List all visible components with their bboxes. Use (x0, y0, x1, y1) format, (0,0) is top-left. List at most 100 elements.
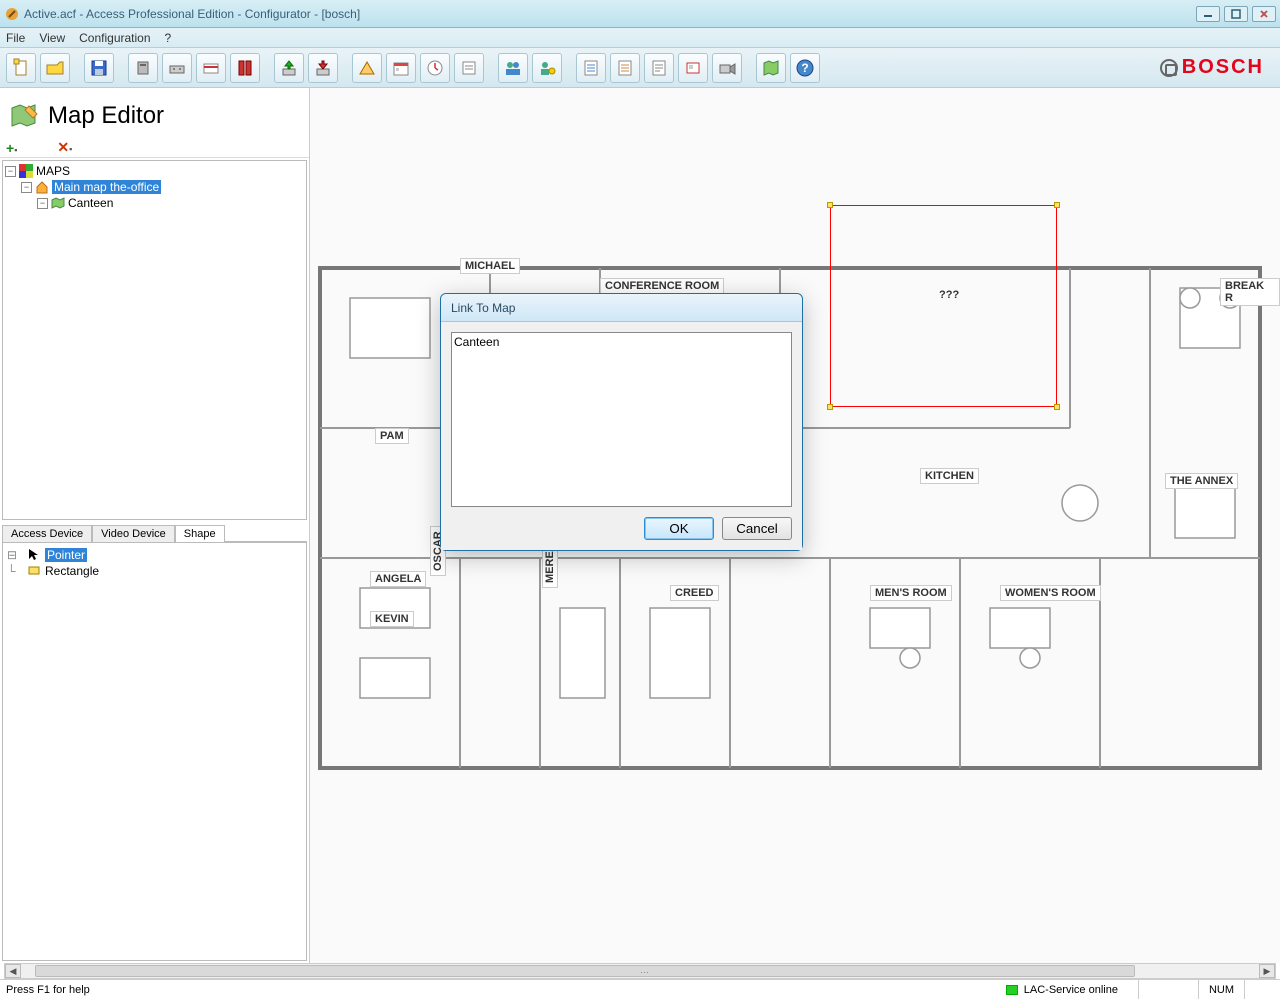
tool-report1[interactable] (576, 53, 606, 83)
menu-view[interactable]: View (39, 31, 65, 45)
status-bar: Press F1 for help LAC-Service online NUM (0, 979, 1280, 999)
room-label-conference: CONFERENCE ROOM (600, 278, 724, 294)
status-num: NUM (1209, 984, 1234, 996)
tool-help[interactable]: ? (790, 53, 820, 83)
tree-connector: └ (7, 564, 23, 578)
tab-shape[interactable]: Shape (175, 525, 225, 542)
menu-file[interactable]: File (6, 31, 25, 45)
menu-configuration[interactable]: Configuration (79, 31, 150, 45)
menu-help[interactable]: ? (165, 31, 172, 45)
tool-mapeditor[interactable] (756, 53, 786, 83)
room-label-womens: WOMEN'S ROOM (1000, 585, 1101, 601)
tool-zones[interactable] (352, 53, 382, 83)
tree-item-main-map[interactable]: − Main map the-office (5, 179, 304, 195)
add-map-button[interactable]: +▪ (6, 140, 17, 156)
dialog-title: Link To Map (441, 294, 802, 322)
room-label-michael: MICHAEL (460, 258, 520, 274)
status-led-icon (1006, 985, 1018, 995)
map-editor-icon (10, 102, 38, 130)
tree-connector: ⊟ (7, 548, 23, 562)
ok-button[interactable]: OK (644, 517, 714, 540)
room-label-annex: THE ANNEX (1165, 473, 1238, 489)
menu-bar: File View Configuration ? (0, 28, 1280, 48)
resize-handle-nw[interactable] (827, 202, 833, 208)
pointer-icon (27, 547, 41, 564)
scroll-left-button[interactable]: ◀ (5, 964, 21, 978)
tool-report3[interactable] (644, 53, 674, 83)
dialog-list-item[interactable]: Canteen (454, 335, 789, 349)
room-label-creed: CREED (670, 585, 719, 601)
status-service: LAC-Service online (1024, 984, 1118, 996)
tab-access-device[interactable]: Access Device (2, 525, 92, 542)
tool-report2[interactable] (610, 53, 640, 83)
window-close-button[interactable] (1252, 6, 1276, 22)
scroll-right-button[interactable]: ▶ (1259, 964, 1275, 978)
tool-upload[interactable] (274, 53, 304, 83)
page-heading: Map Editor (0, 88, 309, 138)
room-label-kitchen: KITCHEN (920, 468, 979, 484)
map-canvas[interactable]: MICHAEL CONFERENCE ROOM ??? BREAK R PAM … (310, 88, 1280, 963)
room-label-kevin: KEVIN (370, 611, 414, 627)
left-panel: Map Editor +▪ ✕▪ − MAPS − Main map the-o… (0, 88, 310, 963)
tree-root[interactable]: − MAPS (5, 163, 304, 179)
tool-persons[interactable] (498, 53, 528, 83)
shape-rectangle[interactable]: └ Rectangle (7, 563, 302, 579)
tool-camera[interactable] (712, 53, 742, 83)
tool-controller[interactable] (128, 53, 158, 83)
app-icon (4, 6, 20, 22)
window-titlebar: Active.acf - Access Professional Edition… (0, 0, 1280, 28)
resize-handle-ne[interactable] (1054, 202, 1060, 208)
resize-handle-se[interactable] (1054, 404, 1060, 410)
horizontal-scrollbar[interactable]: ◀ ⋯ ▶ (4, 963, 1276, 979)
room-label-break: BREAK R (1220, 278, 1280, 306)
tool-calendar[interactable] (386, 53, 416, 83)
tool-save[interactable] (84, 53, 114, 83)
status-help: Press F1 for help (6, 984, 90, 996)
brand-logo: BOSCH (1160, 56, 1264, 79)
shape-pointer[interactable]: ⊟ Pointer (7, 547, 302, 563)
expand-icon[interactable]: − (5, 166, 16, 177)
tool-card[interactable] (196, 53, 226, 83)
tab-video-device[interactable]: Video Device (92, 525, 175, 542)
tool-badge[interactable] (678, 53, 708, 83)
tree-toolbar: +▪ ✕▪ (0, 138, 309, 158)
window-maximize-button[interactable] (1224, 6, 1248, 22)
tool-device[interactable] (162, 53, 192, 83)
tool-new[interactable] (6, 53, 36, 83)
room-label-angela: ANGELA (370, 571, 426, 587)
expand-icon[interactable]: − (37, 198, 48, 209)
brand-text: BOSCH (1182, 56, 1264, 79)
tree-root-label: MAPS (36, 164, 70, 178)
device-tabs: Access Device Video Device Shape (2, 524, 307, 542)
tool-open[interactable] (40, 53, 70, 83)
home-icon (34, 179, 50, 195)
resize-handle-sw[interactable] (827, 404, 833, 410)
delete-map-button[interactable]: ✕▪ (57, 139, 72, 156)
rectangle-icon (27, 563, 41, 580)
toolbar: ? BOSCH (0, 48, 1280, 88)
tree-item-label: Main map the-office (52, 180, 161, 194)
expand-icon[interactable]: − (21, 182, 32, 193)
tree-item-canteen[interactable]: − Canteen (5, 195, 304, 211)
submap-icon (50, 195, 66, 211)
room-label-pam: PAM (375, 428, 409, 444)
scroll-grip-icon: ⋯ (640, 967, 649, 978)
maps-icon (18, 163, 34, 179)
scroll-thumb[interactable] (35, 965, 1135, 977)
tool-personkey[interactable] (532, 53, 562, 83)
selection-rectangle[interactable] (830, 205, 1057, 407)
cancel-button[interactable]: Cancel (722, 517, 792, 540)
tool-doors[interactable] (230, 53, 260, 83)
link-to-map-dialog: Link To Map Canteen OK Cancel (440, 293, 803, 551)
shape-label: Rectangle (45, 564, 99, 578)
dialog-map-list[interactable]: Canteen (451, 332, 792, 507)
tool-download[interactable] (308, 53, 338, 83)
window-minimize-button[interactable] (1196, 6, 1220, 22)
tree-item-label: Canteen (68, 196, 113, 210)
tool-timemodel[interactable] (420, 53, 450, 83)
room-label-mens: MEN'S ROOM (870, 585, 952, 601)
heading-text: Map Editor (48, 102, 164, 130)
tool-auth[interactable] (454, 53, 484, 83)
map-tree[interactable]: − MAPS − Main map the-office − Canteen (2, 160, 307, 520)
shape-label: Pointer (45, 548, 87, 562)
